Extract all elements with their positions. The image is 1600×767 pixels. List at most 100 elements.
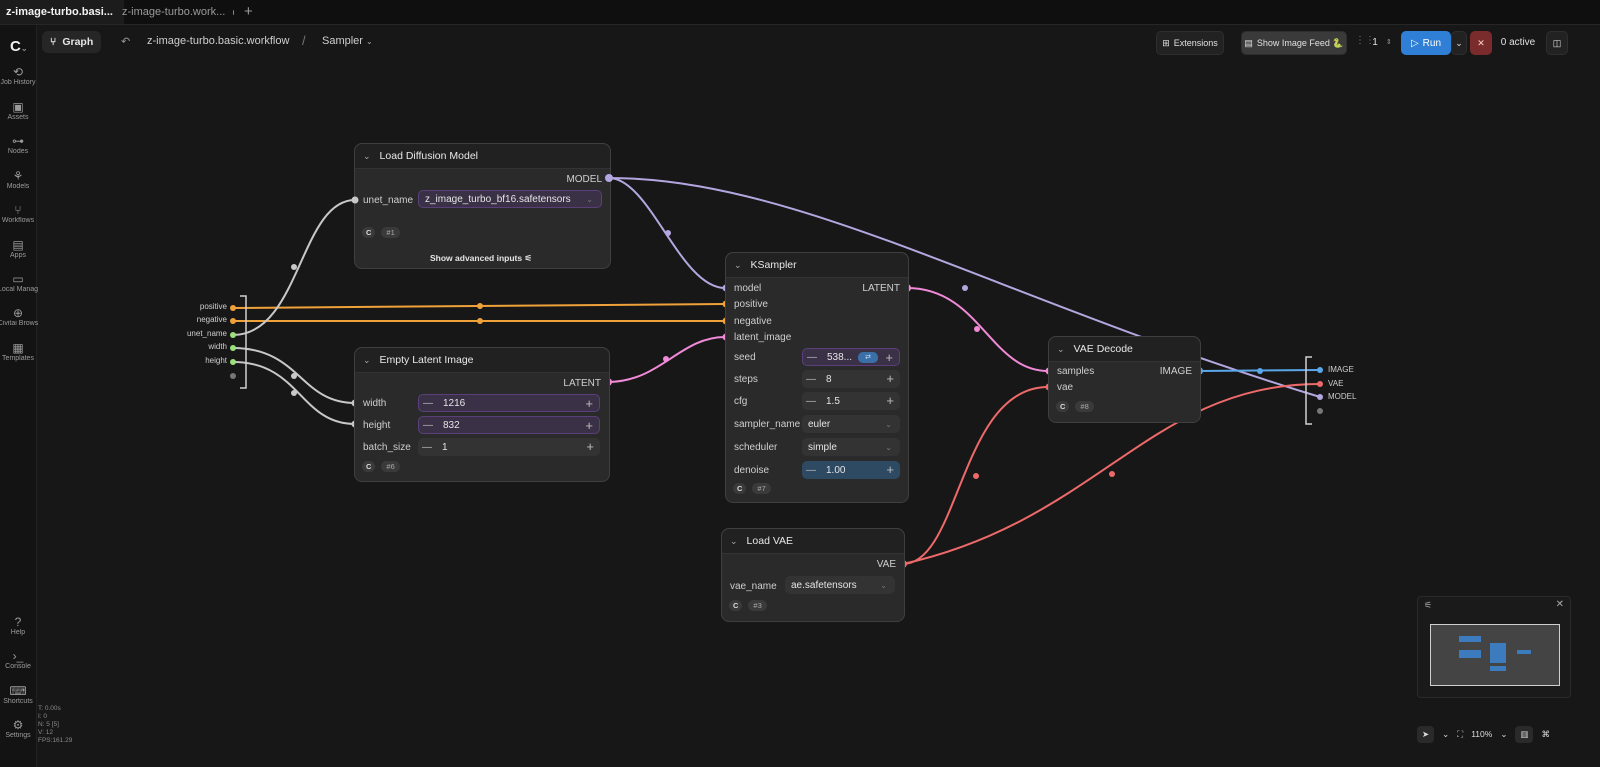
minus-icon[interactable]: — — [802, 465, 820, 476]
seed-stepper[interactable]: — 538... ⇄ + — [802, 348, 900, 366]
input-label-negative: negative — [734, 316, 772, 327]
collapse-chevron-icon[interactable]: ⌄ — [363, 151, 371, 162]
node-vae-decode[interactable]: ⌄ VAE Decode samples IMAGE vae C #8 — [1048, 336, 1201, 423]
collapse-chevron-icon[interactable]: ⌄ — [363, 355, 371, 366]
minus-icon[interactable]: — — [802, 374, 820, 385]
cfg-stepper[interactable]: — 1.5 + — [802, 392, 900, 410]
height-label: height — [363, 420, 391, 431]
io-dot-empty — [230, 373, 236, 379]
io-dot-vae — [1317, 381, 1323, 387]
io-dot-positive — [230, 305, 236, 311]
chevron-down-icon: ⌄ — [880, 580, 887, 590]
minimap-toggle-icon[interactable]: ▥ — [1515, 725, 1534, 743]
node-id-badge: #7 — [752, 483, 771, 494]
sliders-icon: ⚟ — [524, 253, 533, 263]
minimap[interactable]: ⚟ ✕ — [1417, 596, 1571, 698]
subgraph-input-positive[interactable]: positive — [200, 302, 227, 311]
pointer-tool-icon[interactable]: ➤ — [1417, 725, 1435, 743]
sampler-name-label: sampler_name — [734, 419, 801, 430]
minus-icon[interactable]: — — [419, 420, 437, 431]
node-title: Load VAE — [746, 535, 794, 547]
minus-icon[interactable]: — — [803, 352, 821, 363]
chevron-down-icon[interactable]: ⌄ — [1500, 729, 1507, 740]
comfy-badge-icon: C — [362, 227, 376, 238]
collapse-chevron-icon[interactable]: ⌄ — [734, 260, 742, 271]
node-title: VAE Decode — [1073, 343, 1133, 355]
collapse-chevron-icon[interactable]: ⌄ — [1057, 344, 1065, 355]
chevron-down-icon[interactable]: ⌄ — [1442, 729, 1449, 740]
node-header[interactable]: ⌄ Load Diffusion Model — [355, 144, 610, 169]
io-dot-model — [1317, 394, 1323, 400]
minimap-node — [1490, 643, 1506, 663]
subgraph-input-unet_name[interactable]: unet_name — [187, 329, 227, 338]
minus-icon[interactable]: — — [418, 442, 436, 453]
plus-icon[interactable]: + — [585, 396, 593, 411]
link-midpoint — [477, 303, 483, 309]
cfg-label: cfg — [734, 396, 748, 407]
minimap-settings-icon[interactable]: ⚟ — [1424, 600, 1432, 611]
link-midpoint — [291, 390, 297, 396]
plus-icon[interactable]: + — [886, 371, 894, 386]
plus-icon[interactable]: + — [586, 439, 594, 454]
batch-size-stepper[interactable]: — 1 + — [418, 438, 600, 456]
link-midpoint — [974, 326, 980, 332]
close-icon[interactable]: ✕ — [1556, 599, 1564, 610]
show-advanced-inputs[interactable]: Show advanced inputs ⚟ — [430, 253, 532, 264]
output-bracket — [1305, 356, 1312, 425]
subgraph-output-vae[interactable]: VAE — [1328, 379, 1343, 388]
minimap-node — [1459, 636, 1481, 642]
chevron-down-icon: ⌄ — [586, 194, 593, 204]
link-midpoint — [291, 373, 297, 379]
sampler-name-value: euler — [808, 418, 831, 430]
node-header[interactable]: ⌄ Load VAE — [722, 529, 904, 554]
scheduler-value: simple — [808, 441, 837, 453]
fit-view-icon[interactable]: ⛶ — [1457, 729, 1463, 740]
node-header[interactable]: ⌄ KSampler — [726, 253, 908, 278]
input-label-samples: samples — [1057, 366, 1095, 377]
height-value: 832 — [443, 419, 460, 431]
subgraph-input-width[interactable]: width — [208, 342, 227, 351]
node-empty-latent-image[interactable]: ⌄ Empty Latent Image LATENT width —1216 + … — [354, 347, 610, 482]
collapse-chevron-icon[interactable]: ⌄ — [730, 536, 738, 547]
batch-size-value: 1 — [442, 441, 448, 453]
link-midpoint — [663, 356, 669, 362]
link-midpoint — [665, 230, 671, 236]
chevron-down-icon: ⌄ — [885, 419, 892, 429]
node-header[interactable]: ⌄ VAE Decode — [1049, 337, 1200, 362]
link-midpoint — [1257, 368, 1263, 374]
plus-icon[interactable]: + — [885, 350, 893, 365]
advanced-label: Show advanced inputs — [430, 253, 523, 263]
vae-name-select[interactable]: ae.safetensors ⌄ — [785, 576, 895, 594]
plus-icon[interactable]: + — [585, 418, 593, 433]
width-stepper[interactable]: — 1216 + — [418, 394, 600, 412]
plus-icon[interactable]: + — [886, 462, 894, 477]
minus-icon[interactable]: — — [419, 398, 437, 409]
zoom-level[interactable]: 110% — [1471, 729, 1492, 739]
steps-stepper[interactable]: — 8 + — [802, 370, 900, 388]
link-visibility-icon[interactable]: ⌘ — [1541, 729, 1550, 740]
node-title: Load Diffusion Model — [379, 150, 478, 162]
unet-name-select[interactable]: z_image_turbo_bf16.safetensors ⌄ — [418, 190, 602, 208]
subgraph-output-image[interactable]: IMAGE — [1328, 365, 1354, 374]
subgraph-input-height[interactable]: height — [205, 356, 227, 365]
sampler-name-select[interactable]: euler ⌄ — [802, 415, 900, 433]
subgraph-output-model[interactable]: MODEL — [1328, 392, 1356, 401]
minus-icon[interactable]: — — [802, 396, 820, 407]
node-id-badge: #6 — [381, 461, 400, 472]
output-label-vae: VAE — [876, 559, 896, 570]
height-stepper[interactable]: — 832 + — [418, 416, 600, 434]
plus-icon[interactable]: + — [886, 393, 894, 408]
node-load-diffusion-model[interactable]: ⌄ Load Diffusion Model MODEL unet_name z_… — [354, 143, 611, 269]
node-header[interactable]: ⌄ Empty Latent Image — [355, 348, 609, 373]
batch-size-label: batch_size — [363, 442, 411, 453]
randomize-seed-icon[interactable]: ⇄ — [858, 352, 878, 363]
minimap-node — [1517, 650, 1531, 654]
node-ksampler[interactable]: ⌄ KSampler model LATENT positive negative… — [725, 252, 909, 503]
subgraph-input-negative[interactable]: negative — [197, 315, 227, 324]
scheduler-select[interactable]: simple ⌄ — [802, 438, 900, 456]
minimap-viewport[interactable] — [1430, 624, 1560, 686]
node-load-vae[interactable]: ⌄ Load VAE VAE vae_name ae.safetensors ⌄ C… — [721, 528, 905, 622]
chevron-down-icon: ⌄ — [885, 442, 892, 452]
seed-value: 538... — [827, 351, 853, 363]
denoise-slider[interactable]: — 1.00 + — [802, 461, 900, 479]
